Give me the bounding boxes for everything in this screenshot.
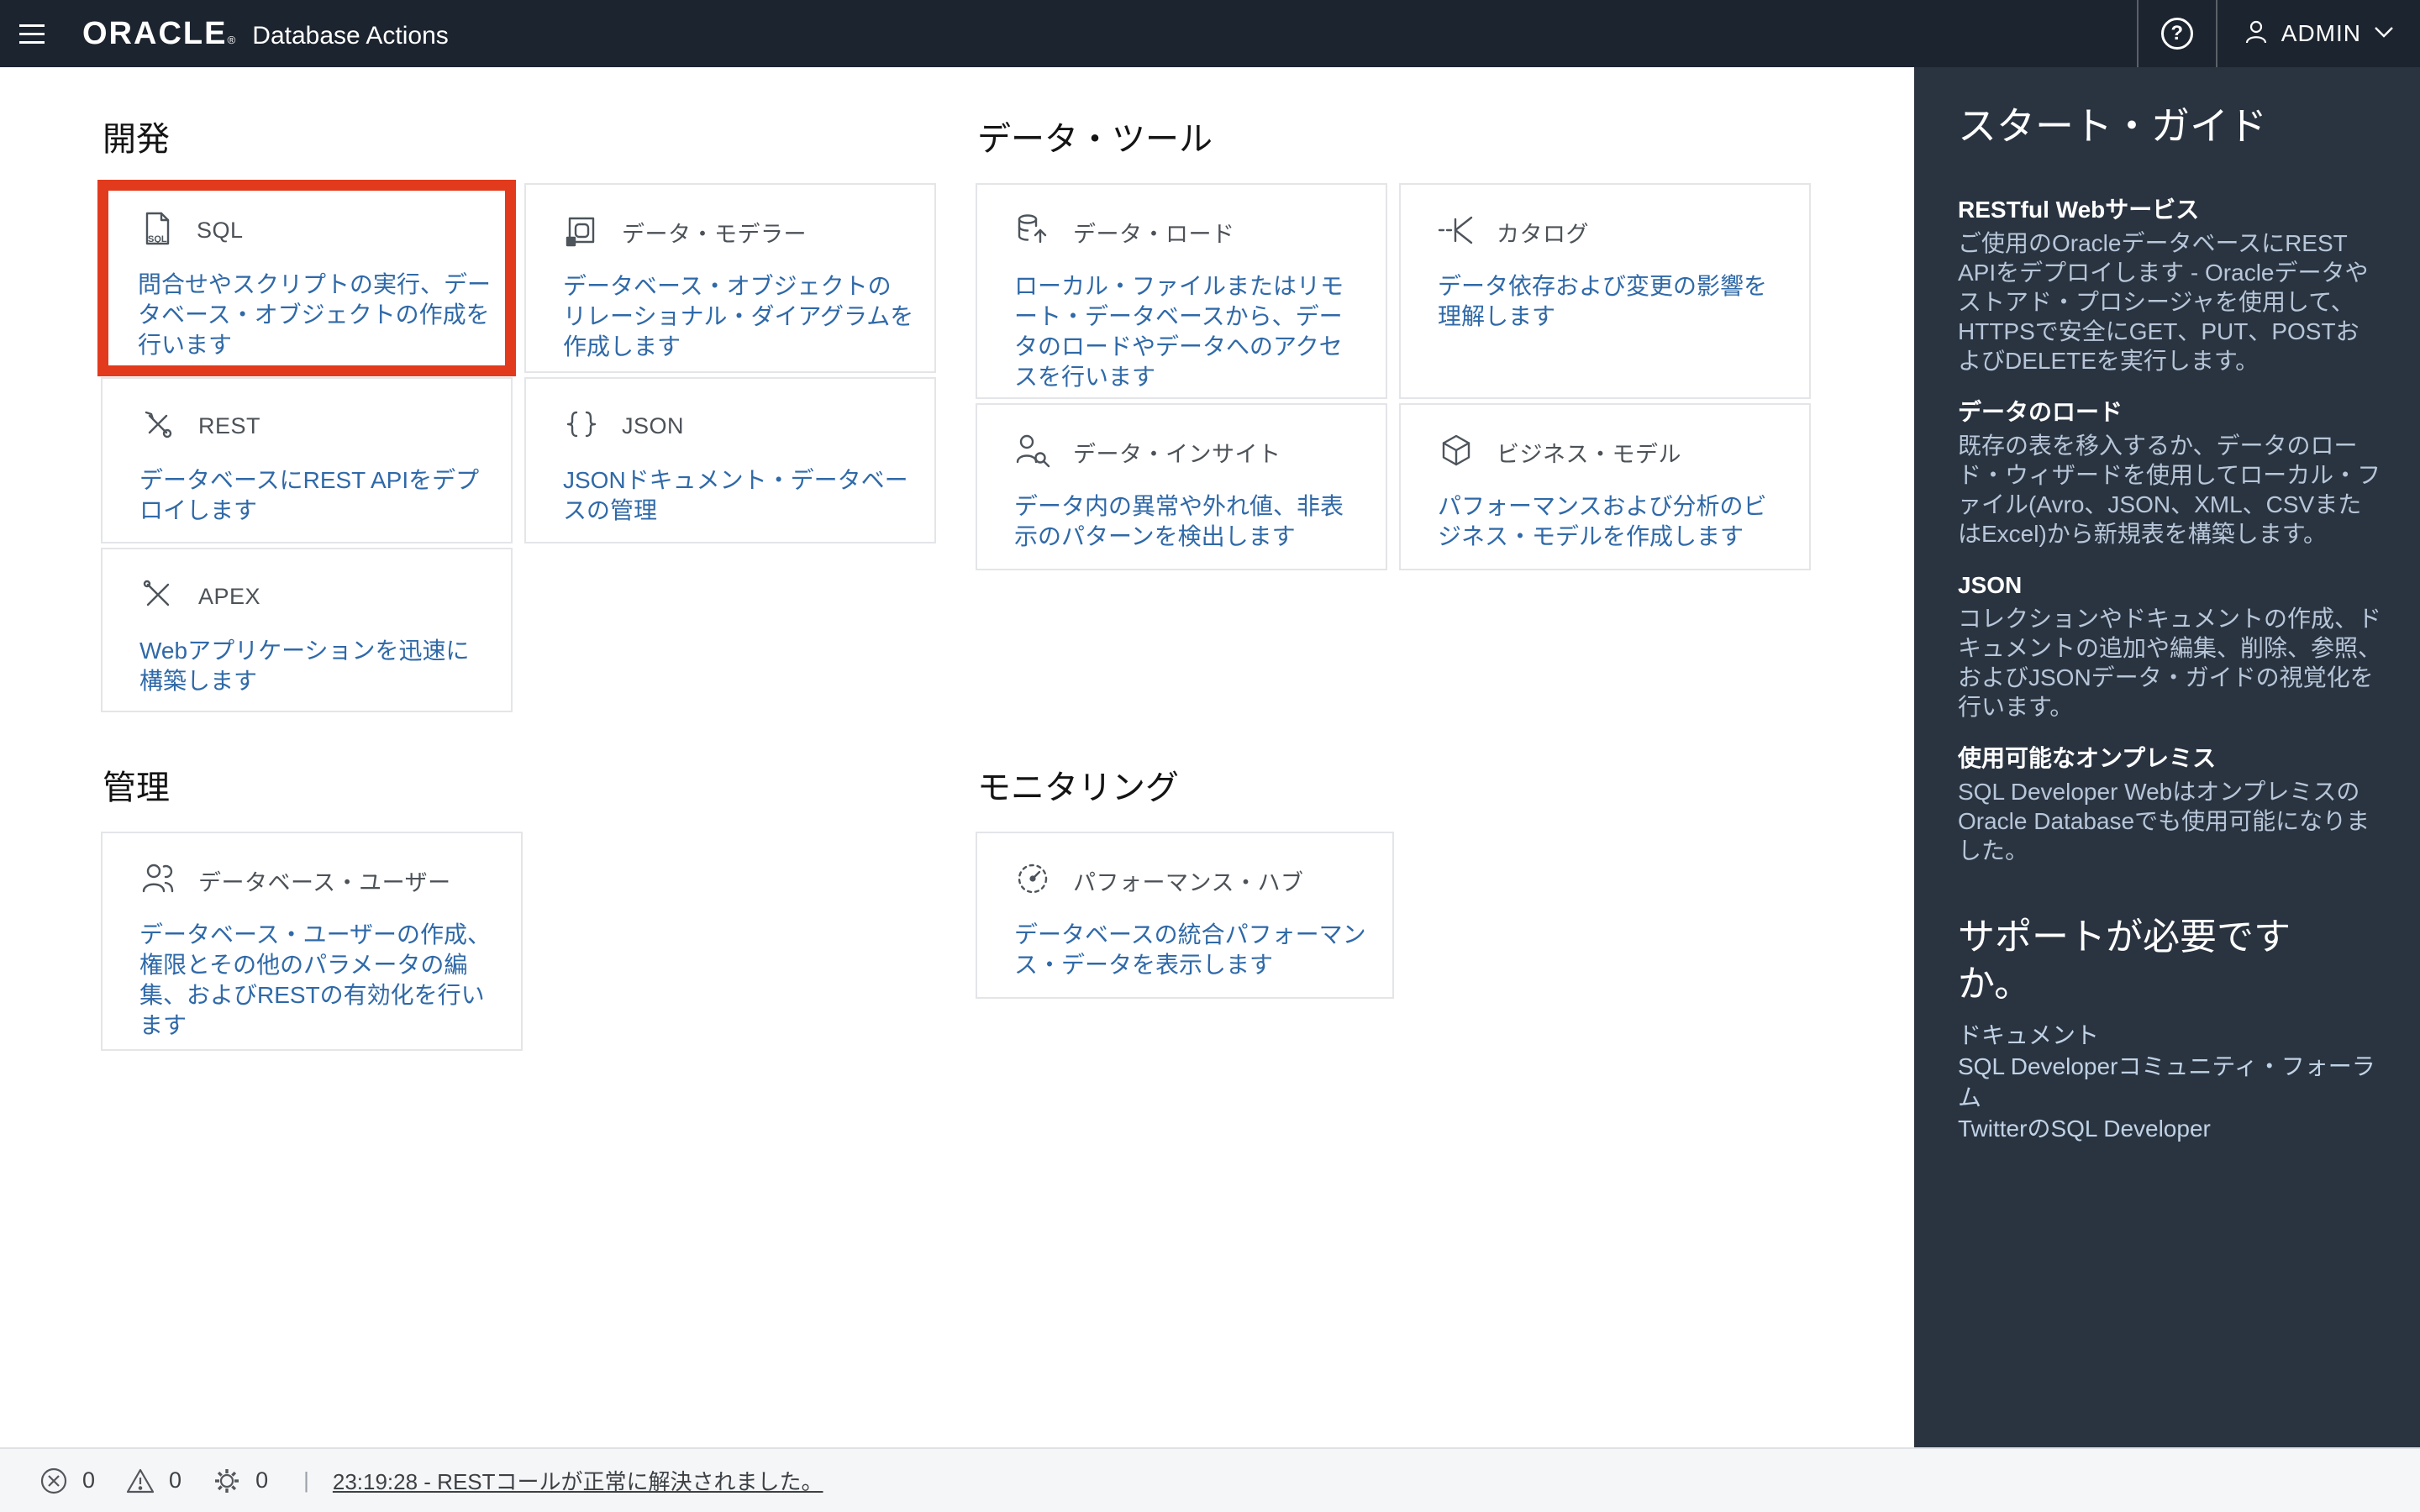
main-content: 開発 SQL SQL 問合せやスクリプトの実行、データベース・オブジェクトの作成を行… <box>0 67 1914 1447</box>
data-load-icon <box>1014 212 1051 253</box>
sql-file-icon: SQL <box>138 210 175 251</box>
card-label-business-model: ビジネス・モデル <box>1497 436 1681 469</box>
support-title: サポートが必要ですか。 <box>1958 914 2328 1008</box>
help-button[interactable]: ? <box>2139 0 2216 67</box>
card-label-data-insight: データ・インサイト <box>1073 436 1281 469</box>
cube-icon <box>1438 432 1475 473</box>
section-data-tools: データ・ツール データ・ロードローカル・ファイルまたはリモート・データベースから… <box>976 119 1811 570</box>
section-monitoring: モニタリング パフォーマンス・ハブデータベースの統合パフォーマンス・データを表示… <box>976 768 1811 999</box>
card-link-performance-hub[interactable]: データベースの統合パフォーマンス・データを表示します <box>1014 920 1372 980</box>
sidebar-section-heading: JSON <box>1958 570 2381 601</box>
status-item-warning-triangle[interactable]: 0 <box>125 1466 182 1496</box>
section-administration: 管理 データベース・ユーザーデータベース・ユーザーの作成、権限とその他のパラメー… <box>101 768 936 1051</box>
card-label-db-users: データベース・ユーザー <box>198 864 451 897</box>
pencils-icon <box>139 576 176 617</box>
sidebar-section-heading: RESTful Webサービス <box>1958 195 2381 225</box>
support-link-2[interactable]: TwitterのSQL Developer <box>1958 1113 2378 1144</box>
status-bar: 0 0 0 | 23:19:28 - RESTコールが正常に解決されました。 <box>0 1447 2420 1512</box>
card-business-model[interactable]: ビジネス・モデルパフォーマンスおよび分析のビジネス・モデルを作成します <box>1399 403 1811 570</box>
card-link-sql[interactable]: 問合せやスクリプトの実行、データベース・オブジェクトの作成を行います <box>138 270 492 360</box>
status-count: 0 <box>255 1467 268 1494</box>
sidebar-section-heading: 使用可能なオンプレミス <box>1958 743 2381 774</box>
card-label-apex: APEX <box>198 584 260 610</box>
data-modeler-icon <box>563 212 600 253</box>
card-link-apex[interactable]: Webアプリケーションを迅速に構築します <box>139 636 491 696</box>
sidebar-section-0: RESTful Webサービスご使用のOracleデータベースにREST API… <box>1958 195 2381 375</box>
status-count: 0 <box>169 1467 182 1494</box>
oracle-logo: ORACLE <box>82 16 227 52</box>
chevron-down-icon <box>2373 24 2395 44</box>
card-db-users[interactable]: データベース・ユーザーデータベース・ユーザーの作成、権限とその他のパラメータの編… <box>101 832 523 1051</box>
card-data-load[interactable]: データ・ロードローカル・ファイルまたはリモート・データベースから、データのロード… <box>976 183 1387 399</box>
error-circle-icon <box>39 1466 82 1496</box>
card-label-data-modeler: データ・モデラー <box>622 216 807 249</box>
svg-text:SQL: SQL <box>148 234 167 244</box>
status-separator: | <box>303 1467 309 1494</box>
support-link-0[interactable]: ドキュメント <box>1958 1020 2378 1051</box>
card-label-catalog: カタログ <box>1497 216 1589 249</box>
hamburger-menu-icon[interactable] <box>0 0 64 67</box>
status-message-link[interactable]: 23:19:28 - RESTコールが正常に解決されました。 <box>333 1465 823 1496</box>
gear-icon <box>212 1466 255 1496</box>
card-link-data-modeler[interactable]: データベース・オブジェクトのリレーショナル・ダイアグラムを作成します <box>563 271 914 362</box>
users-icon <box>139 860 176 901</box>
support-link-1[interactable]: SQL Developerコミュニティ・フォーラム <box>1958 1051 2378 1113</box>
status-count: 0 <box>82 1467 95 1494</box>
user-name: ADMIN <box>2281 20 2361 47</box>
card-link-business-model[interactable]: パフォーマンスおよび分析のビジネス・モデルを作成します <box>1438 491 1789 552</box>
sidebar-section-1: データのロード既存の表を移入するか、データのロード・ウィザードを使用してローカル… <box>1958 397 2381 549</box>
card-label-json: JSON <box>622 413 684 439</box>
getting-started-sidebar: スタート・ガイド RESTful Webサービスご使用のOracleデータベース… <box>1914 67 2420 1447</box>
insight-icon <box>1014 432 1051 473</box>
card-performance-hub[interactable]: パフォーマンス・ハブデータベースの統合パフォーマンス・データを表示します <box>976 832 1394 999</box>
sidebar-title: スタート・ガイド <box>1958 102 2381 150</box>
person-icon <box>2243 18 2270 50</box>
status-item-gear[interactable]: 0 <box>212 1466 268 1496</box>
sidebar-section-2: JSONコレクションやドキュメントの作成、ドキュメントの追加や編集、削除、参照、… <box>1958 570 2381 722</box>
user-menu-button[interactable]: ADMIN <box>2217 0 2420 67</box>
product-title: Database Actions <box>252 22 448 50</box>
sidebar-section-heading: データのロード <box>1958 397 2381 428</box>
catalog-icon <box>1438 212 1475 253</box>
card-json[interactable]: JSON JSONドキュメント・データベースの管理 <box>524 377 936 543</box>
card-label-performance-hub: パフォーマンス・ハブ <box>1073 864 1303 897</box>
sidebar-section-3: 使用可能なオンプレミスSQL Developer Webはオンプレミスの Ora… <box>1958 743 2381 865</box>
card-data-insight[interactable]: データ・インサイトデータ内の異常や外れ値、非表示のパターンを検出します <box>976 403 1387 570</box>
card-link-catalog[interactable]: データ依存および変更の影響を理解します <box>1438 271 1789 332</box>
gauge-icon <box>1014 860 1051 901</box>
section-title-data-tools: データ・ツール <box>977 119 1811 160</box>
card-link-db-users[interactable]: データベース・ユーザーの作成、権限とその他のパラメータの編集、およびRESTの有… <box>139 920 501 1041</box>
card-rest[interactable]: REST データベースにREST APIをデプロイします <box>101 377 513 543</box>
card-apex[interactable]: APEX Webアプリケーションを迅速に構築します <box>101 548 513 712</box>
help-circle-icon: ? <box>2161 18 2193 50</box>
card-link-rest[interactable]: データベースにREST APIをデプロイします <box>139 465 491 526</box>
card-link-data-load[interactable]: ローカル・ファイルまたはリモート・データベースから、データのロードやデータへのア… <box>1014 271 1365 392</box>
sidebar-section-body: 既存の表を移入するか、データのロード・ウィザードを使用してローカル・ファイル(A… <box>1958 431 2381 549</box>
section-title-administration: 管理 <box>103 768 936 808</box>
section-development: 開発 SQL SQL 問合せやスクリプトの実行、データベース・オブジェクトの作成を行… <box>101 119 936 712</box>
status-item-error-circle[interactable]: 0 <box>39 1466 95 1496</box>
card-link-json[interactable]: JSONドキュメント・データベースの管理 <box>563 465 914 526</box>
card-data-modeler[interactable]: データ・モデラーデータベース・オブジェクトのリレーショナル・ダイアグラムを作成し… <box>524 183 936 373</box>
braces-icon <box>563 406 600 447</box>
card-sql[interactable]: SQL SQL 問合せやスクリプトの実行、データベース・オブジェクトの作成を行います <box>97 180 516 376</box>
card-catalog[interactable]: カタログデータ依存および変更の影響を理解します <box>1399 183 1811 399</box>
section-title-monitoring: モニタリング <box>977 768 1811 808</box>
section-title-development: 開発 <box>103 119 936 160</box>
app-logo: ORACLE ® Database Actions <box>82 16 449 52</box>
card-label-data-load: データ・ロード <box>1073 216 1235 249</box>
tools-icon <box>139 406 176 447</box>
card-label-rest: REST <box>198 413 260 439</box>
sidebar-section-body: ご使用のOracleデータベースにREST APIをデプロイします - Orac… <box>1958 228 2381 375</box>
top-bar: ORACLE ® Database Actions ? ADMIN <box>0 0 2420 67</box>
sidebar-section-body: SQL Developer Webはオンプレミスの Oracle Databas… <box>1958 777 2381 865</box>
registered-mark: ® <box>227 34 235 46</box>
sidebar-section-body: コレクションやドキュメントの作成、ドキュメントの追加や編集、削除、参照、およびJ… <box>1958 604 2381 722</box>
warning-triangle-icon <box>125 1466 169 1496</box>
card-label-sql: SQL <box>197 218 244 244</box>
card-link-data-insight[interactable]: データ内の異常や外れ値、非表示のパターンを検出します <box>1014 491 1365 552</box>
